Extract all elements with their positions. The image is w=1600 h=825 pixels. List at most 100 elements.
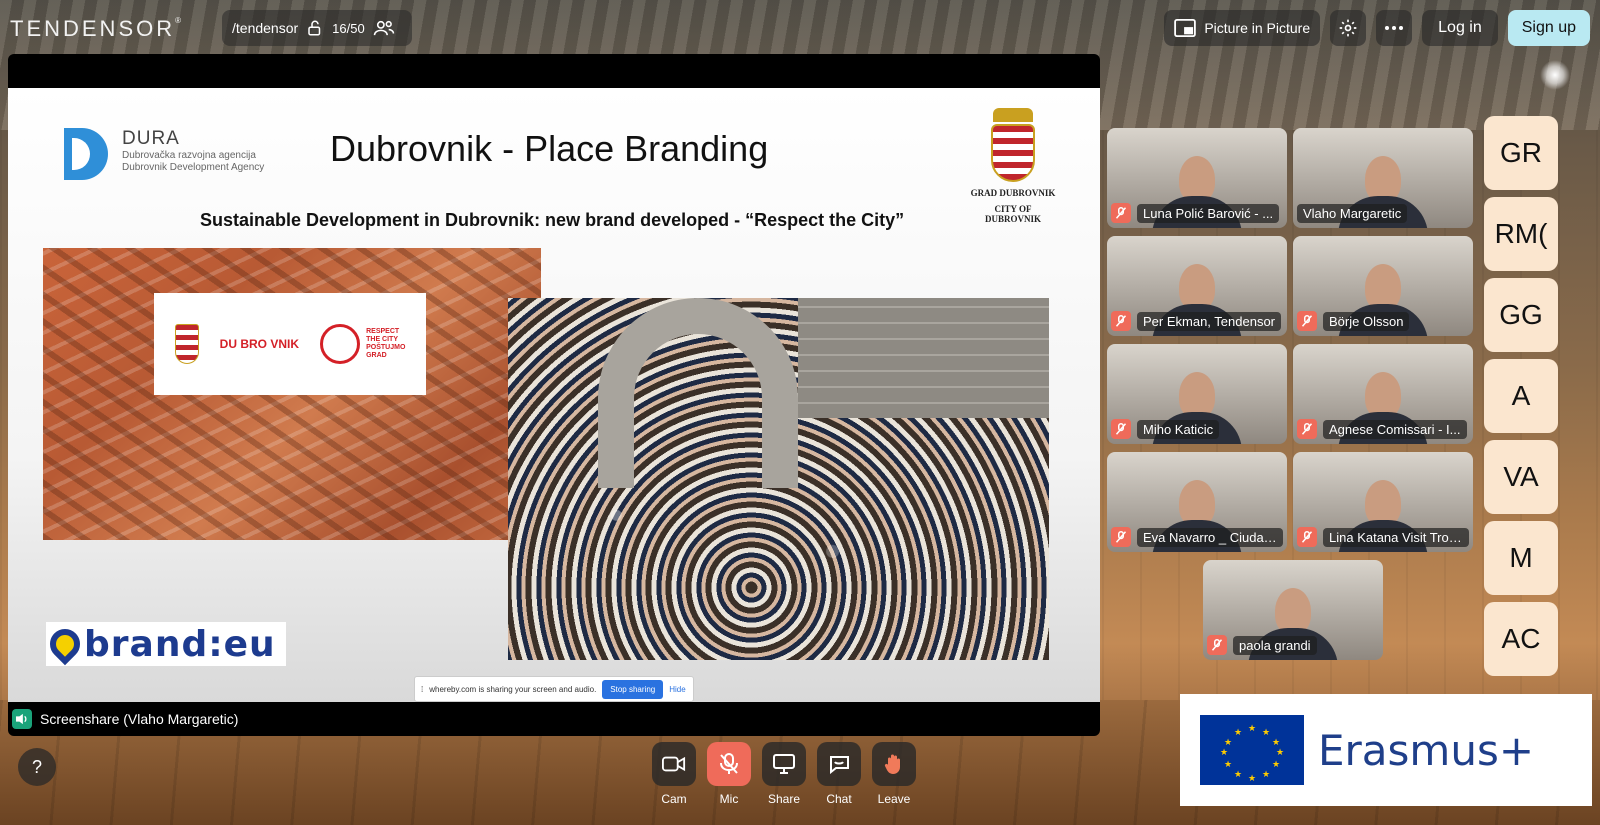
participant-tile[interactable]: Vlaho Margaretic (1293, 128, 1473, 228)
participant-avatar-initials[interactable]: A (1484, 359, 1558, 433)
leave-label: Leave (877, 792, 911, 806)
stone-wall (798, 298, 1049, 418)
gear-icon (1338, 18, 1358, 38)
help-button[interactable]: ? (18, 748, 56, 786)
eu-flag-icon: ★ ★ ★ ★ ★ ★ ★ ★ ★ ★ ★ ★ (1200, 715, 1304, 785)
unlock-icon[interactable] (306, 19, 324, 37)
room-name: /tendensor (232, 20, 299, 36)
signup-button[interactable]: Sign up (1507, 10, 1590, 46)
participant-tile[interactable]: Per Ekman, Tendensor (1107, 236, 1287, 336)
participant-tile[interactable]: Luna Polić Barović - ... (1107, 128, 1287, 228)
app-logo-text: TENDENSOR (10, 16, 176, 41)
slide-title: Dubrovnik - Place Branding (330, 128, 769, 169)
share-label: Share (767, 792, 801, 806)
participant-name: Vlaho Margaretic (1297, 203, 1408, 223)
sharing-notification: ⁞ whereby.com is sharing your screen and… (414, 676, 694, 702)
respect-text: RESPECT THE CITY POŠTUJMO GRAD (366, 328, 405, 360)
chat-button[interactable] (817, 742, 861, 786)
share-button[interactable] (762, 742, 806, 786)
screenshare-panel[interactable]: DURA Dubrovačka razvojna agencija Dubrov… (8, 54, 1100, 736)
participant-label: Agnese Comissari - I... (1297, 418, 1469, 440)
crest-line-2: CITY OF DUBROVNIK (984, 204, 1041, 224)
participant-avatar-initials[interactable]: M (1484, 521, 1558, 595)
participant-tile[interactable]: Agnese Comissari - I... (1293, 344, 1473, 444)
participant-label: Miho Katicic (1111, 418, 1283, 440)
presentation-slide: DURA Dubrovačka razvojna agencija Dubrov… (8, 88, 1100, 702)
crest-crown (993, 108, 1033, 122)
mic-control[interactable]: Mic (707, 742, 751, 806)
participant-avatar-initials[interactable]: VA (1484, 440, 1558, 514)
chat-control[interactable]: Chat (817, 742, 861, 806)
slide-subtitle: Sustainable Development in Dubrovnik: ne… (200, 210, 905, 230)
participant-name: Lina Katana Visit Troll... (1323, 527, 1469, 547)
screenshare-label-text: Screenshare (Vlaho Margaretic) (40, 711, 239, 727)
participant-name: Luna Polić Barović - ... (1137, 203, 1280, 223)
hide-button[interactable]: Hide (669, 685, 685, 694)
mic-muted-icon (1297, 527, 1317, 547)
dura-logo: DURA Dubrovačka razvojna agencija Dubrov… (64, 128, 264, 180)
participant-label: Eva Navarro _ Ciudad... (1111, 526, 1283, 548)
participant-avatar-initials[interactable]: AC (1484, 602, 1558, 676)
people-icon[interactable] (373, 19, 395, 37)
more-options-button[interactable] (1376, 10, 1413, 46)
room-info[interactable]: /tendensor 16/50 (222, 10, 412, 46)
app-logo[interactable]: TENDENSOR® (10, 16, 181, 42)
crest-shield (991, 124, 1035, 182)
participant-label: paola grandi (1207, 634, 1379, 656)
cam-control[interactable]: Cam (652, 742, 696, 806)
mic-muted-icon (1297, 419, 1317, 439)
cam-button[interactable] (652, 742, 696, 786)
participant-avatar-initials[interactable]: GR (1484, 116, 1558, 190)
dura-line-2: Dubrovnik Development Agency (122, 162, 265, 173)
mic-label: Mic (719, 792, 739, 806)
participant-label: Vlaho Margaretic (1297, 202, 1469, 224)
mic-muted-icon (1297, 311, 1317, 331)
dura-line-1: Dubrovačka razvojna agencija (122, 150, 256, 161)
participant-name: Eva Navarro _ Ciudad... (1137, 527, 1283, 547)
location-pin-icon (43, 622, 87, 666)
brand-eu-text: brand:eu (84, 623, 276, 665)
background-light (1540, 60, 1570, 90)
chat-label: Chat (826, 792, 852, 806)
participant-label: Luna Polić Barović - ... (1111, 202, 1283, 224)
stone-arch (598, 298, 798, 488)
participant-name: Börje Olsson (1323, 311, 1410, 331)
leave-control[interactable]: Leave (872, 742, 916, 806)
stop-sharing-button[interactable]: Stop sharing (602, 679, 664, 699)
registered-mark: ® (175, 16, 182, 25)
login-button[interactable]: Log in (1422, 10, 1498, 46)
participant-tile[interactable]: Börje Olsson (1293, 236, 1473, 336)
participant-label: Per Ekman, Tendensor (1111, 310, 1283, 332)
participant-name: Agnese Comissari - I... (1323, 419, 1467, 439)
share-control[interactable]: Share (762, 742, 806, 806)
mic-muted-icon (1111, 419, 1131, 439)
participant-avatar-initials[interactable]: RM( (1484, 197, 1558, 271)
mic-muted-icon (1111, 527, 1131, 547)
call-controls: Cam Mic Share Chat Leave (652, 742, 916, 806)
participant-label: Börje Olsson (1297, 310, 1469, 332)
respect-line-1: RESPECT (366, 328, 400, 335)
settings-button[interactable] (1330, 10, 1367, 46)
brand-logos-strip: DU BRO VNIK RESPECT THE CITY POŠTUJMO GR… (154, 293, 426, 395)
mic-button[interactable] (707, 742, 751, 786)
participant-avatar-initials[interactable]: GG (1484, 278, 1558, 352)
participant-tile[interactable]: Eva Navarro _ Ciudad... (1107, 452, 1287, 552)
participant-tile[interactable]: paola grandi (1203, 560, 1383, 660)
dura-logo-text: DURA Dubrovačka razvojna agencija Dubrov… (122, 128, 264, 174)
participant-tile[interactable]: Miho Katicic (1107, 344, 1287, 444)
speaker-icon (12, 709, 32, 729)
respect-circle (320, 324, 361, 364)
drag-handle-icon[interactable]: ⁞ (421, 685, 423, 694)
screenshare-label: Screenshare (Vlaho Margaretic) (8, 702, 1100, 736)
dura-logo-mark (64, 128, 108, 180)
dubrovnik-crest: GRAD DUBROVNIK CITY OF DUBROVNIK (968, 108, 1058, 224)
picture-in-picture-button[interactable]: Picture in Picture (1164, 10, 1321, 46)
mic-muted-icon (1111, 203, 1131, 223)
participant-tile[interactable]: Lina Katana Visit Troll... (1293, 452, 1473, 552)
erasmus-text: Erasmus+ (1318, 725, 1535, 775)
leave-button[interactable] (872, 742, 916, 786)
respect-line-2: THE CITY (366, 336, 398, 343)
respect-the-city-logo: RESPECT THE CITY POŠTUJMO GRAD (320, 324, 405, 364)
top-right-actions: Picture in Picture Log in Sign up (1164, 10, 1590, 46)
crest-line-1: GRAD DUBROVNIK (970, 188, 1056, 198)
